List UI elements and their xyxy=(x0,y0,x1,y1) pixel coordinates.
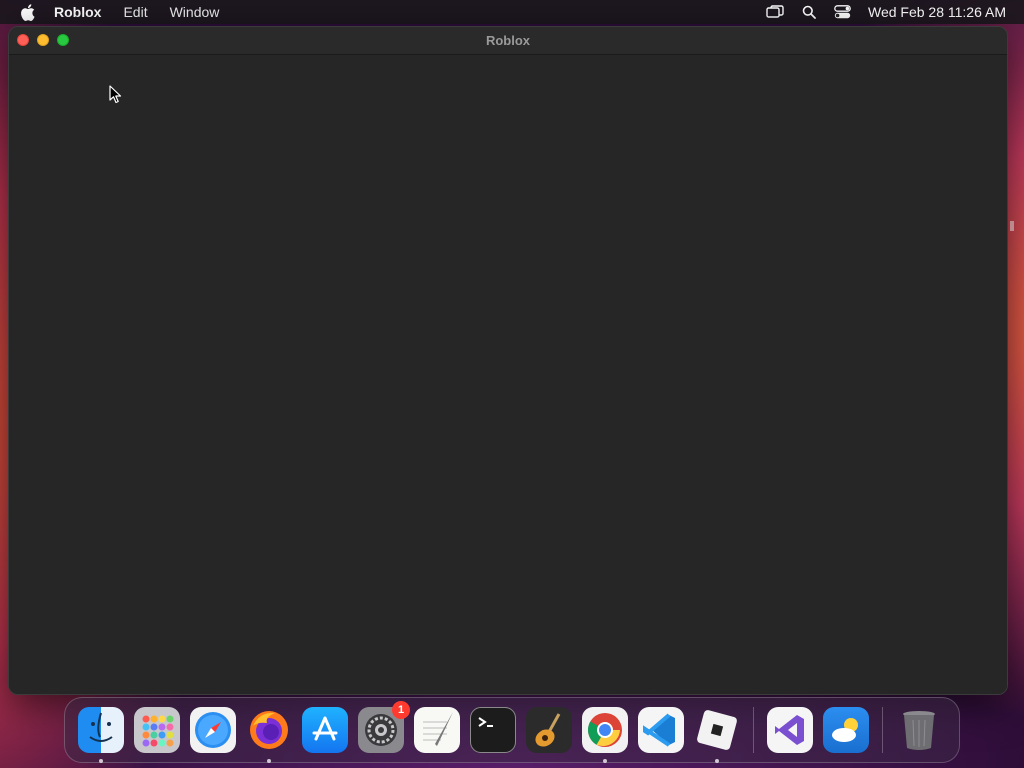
menu-window[interactable]: Window xyxy=(170,4,220,20)
menu-edit[interactable]: Edit xyxy=(123,4,147,20)
notification-badge: 1 xyxy=(392,701,410,719)
roblox-icon xyxy=(697,710,737,750)
dock-separator xyxy=(753,707,754,753)
dock-visual-studio[interactable] xyxy=(767,707,813,753)
running-indicator xyxy=(715,759,719,763)
dock-terminal[interactable] xyxy=(470,707,516,753)
dock-vscode[interactable] xyxy=(638,707,684,753)
menu-app-name[interactable]: Roblox xyxy=(54,4,101,20)
dock-safari[interactable] xyxy=(190,707,236,753)
running-indicator xyxy=(603,759,607,763)
dock-launchpad[interactable] xyxy=(134,707,180,753)
window-titlebar[interactable]: Roblox xyxy=(9,27,1007,55)
dock-firefox[interactable] xyxy=(246,707,292,763)
trash-icon xyxy=(903,711,935,750)
safari-icon xyxy=(195,712,231,748)
dock-chrome[interactable] xyxy=(582,707,628,763)
menu-bar: Roblox Edit Window Wed Feb 28 11:26 AM xyxy=(0,0,1024,24)
screen-mirroring-icon[interactable] xyxy=(764,3,786,21)
resize-handle-icon[interactable] xyxy=(1010,218,1014,231)
app-store-icon xyxy=(312,716,338,741)
dock-separator xyxy=(882,707,883,753)
weather-icon xyxy=(832,718,858,742)
dock-garageband[interactable] xyxy=(526,707,572,753)
textedit-icon xyxy=(423,712,453,746)
dock-roblox[interactable] xyxy=(694,707,740,763)
firefox-icon xyxy=(250,711,288,749)
window-title: Roblox xyxy=(485,33,531,48)
dock-finder[interactable] xyxy=(78,707,124,763)
dock: 1 xyxy=(64,697,960,763)
finder-icon xyxy=(89,712,113,742)
roblox-window: Roblox xyxy=(8,26,1008,695)
terminal-icon xyxy=(478,717,493,727)
chrome-icon xyxy=(588,713,622,747)
running-indicator xyxy=(267,759,271,763)
dock-textedit[interactable] xyxy=(414,707,460,753)
dock-app-store[interactable] xyxy=(302,707,348,753)
vscode-icon xyxy=(643,713,675,747)
control-center-icon[interactable] xyxy=(832,3,854,21)
window-content-area[interactable] xyxy=(9,55,1007,694)
dock-trash[interactable] xyxy=(896,707,942,753)
dock-system-settings[interactable]: 1 xyxy=(358,701,410,753)
apple-menu-icon[interactable] xyxy=(18,3,36,21)
launchpad-icon xyxy=(142,715,174,747)
visual-studio-icon xyxy=(775,715,804,745)
mouse-pointer-icon xyxy=(109,85,123,105)
search-icon[interactable] xyxy=(798,3,820,21)
dock-weather[interactable] xyxy=(823,707,869,753)
running-indicator xyxy=(99,759,103,763)
menu-bar-clock[interactable]: Wed Feb 28 11:26 AM xyxy=(868,4,1006,20)
guitar-icon xyxy=(535,713,561,747)
